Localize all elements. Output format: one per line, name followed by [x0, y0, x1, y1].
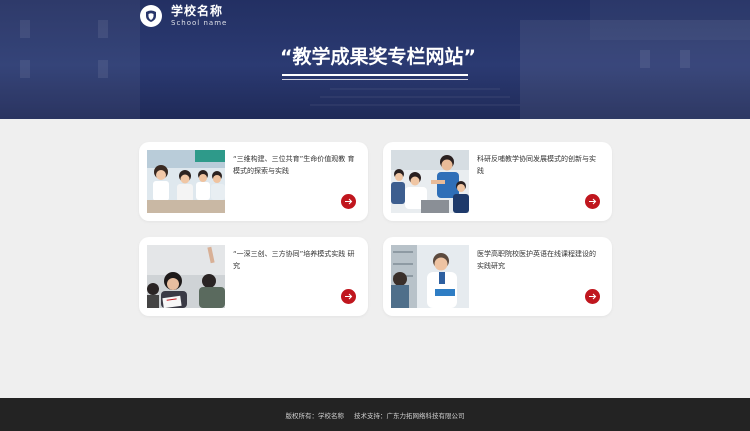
arrow-right-icon[interactable] — [341, 289, 356, 304]
footer-tech-support[interactable]: 技术支持：广东力拓网络科技有限公司 — [354, 410, 465, 420]
school-logo[interactable]: 学校名称 School name — [140, 4, 227, 28]
banner-window — [20, 60, 30, 78]
arrow-right-icon[interactable] — [341, 194, 356, 209]
card-image-students-raising-hands — [147, 245, 225, 308]
banner-building-top — [590, 0, 750, 40]
title-underline — [282, 74, 468, 76]
card-achievement-3[interactable]: “一深三创、三方协同”培养模式实践 研究 — [139, 237, 368, 316]
banner-window — [98, 60, 108, 78]
header-banner: 学校名称 School name “教学成果奖专栏网站” — [0, 0, 750, 119]
card-achievement-4[interactable]: 医学高职院校医护英语在线课程建设的 实践研究 — [383, 237, 612, 316]
banner-window — [640, 50, 650, 68]
card-image-medical-lab — [391, 245, 469, 308]
card-image-teacher-students — [391, 150, 469, 213]
title-underline-thin — [282, 79, 468, 80]
arrow-right-icon[interactable] — [585, 289, 600, 304]
school-emblem-icon — [140, 5, 162, 27]
card-title[interactable]: 医学高职院校医护英语在线课程建设的 实践研究 — [477, 249, 601, 272]
school-name: 学校名称 — [171, 4, 224, 18]
banner-title: “教学成果奖专栏网站” — [280, 46, 476, 68]
card-title[interactable]: 科研反哺教学协同发展模式的创新与实 践 — [477, 154, 601, 177]
footer-copyright: 版权所有：学校名称 — [285, 411, 345, 420]
banner-stairs — [330, 88, 500, 90]
banner-window — [680, 50, 690, 68]
banner-stairs — [310, 104, 520, 106]
banner-window — [20, 20, 30, 38]
footer: 版权所有：学校名称 技术支持：广东力拓网络科技有限公司 — [0, 398, 750, 431]
banner-title-block: “教学成果奖专栏网站” — [280, 44, 476, 80]
card-title[interactable]: “一深三创、三方协同”培养模式实践 研究 — [233, 249, 357, 272]
card-achievement-1[interactable]: “三维构建、三位共育”生命价值观教 育模式的探索与实践 — [139, 142, 368, 221]
banner-window — [98, 20, 108, 38]
card-achievement-2[interactable]: 科研反哺教学协同发展模式的创新与实 践 — [383, 142, 612, 221]
banner-stairs — [320, 96, 510, 98]
school-name-en: School name — [171, 19, 228, 27]
card-title[interactable]: “三维构建、三位共育”生命价值观教 育模式的探索与实践 — [233, 154, 357, 177]
card-image-students-classroom — [147, 150, 225, 213]
arrow-right-icon[interactable] — [585, 194, 600, 209]
